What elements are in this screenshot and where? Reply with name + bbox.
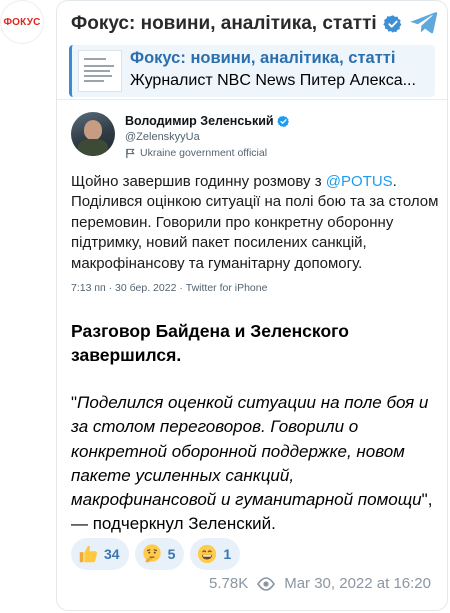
view-count: 5.78K: [209, 575, 249, 592]
message-footer: 5.78K Mar 30, 2022 at 16:20: [209, 575, 431, 592]
verified-icon: [276, 115, 289, 127]
thumbs-up-icon: [79, 545, 98, 563]
tweet-meta[interactable]: 7:13 пп · 30 бер. 2022 · Twitter for iPh…: [71, 282, 267, 294]
message-header: Фокус: новини, аналітика, статті: [71, 7, 437, 41]
tweet-text: Щойно завершив годинну розмову з @POTUS.…: [71, 172, 443, 274]
tweet-author-name[interactable]: Володимир Зеленський: [125, 114, 290, 128]
message-card: Фокус: новини, аналітика, статті Фокус: …: [56, 0, 448, 611]
grinning-face-icon: [198, 544, 217, 564]
channel-avatar[interactable]: ФОКУС: [0, 0, 44, 44]
tweet-author-avatar[interactable]: [71, 112, 115, 156]
verified-icon: [383, 14, 403, 34]
quote-italic-text: Поделился оценкой ситуации на поле боя и…: [71, 393, 429, 510]
reply-thumbnail: [78, 50, 122, 92]
reply-preview[interactable]: Фокус: новини, аналітика, статті Журнали…: [69, 45, 435, 97]
share-telegram-icon[interactable]: [409, 7, 439, 37]
reaction-count: 34: [104, 546, 120, 562]
reply-text: Журналист NBC News Питер Алекса...: [130, 72, 416, 89]
government-label: Ukraine government official: [125, 147, 267, 159]
message-timestamp[interactable]: Mar 30, 2022 at 16:20: [284, 575, 431, 592]
channel-title[interactable]: Фокус: новини, аналітика, статті: [71, 13, 377, 35]
message-headline: Разговор Байдена и Зеленского завершился…: [71, 321, 349, 365]
eye-icon: [257, 576, 276, 591]
tweet-mention-link[interactable]: @POTUS: [326, 173, 393, 190]
reaction-thinking[interactable]: 5: [134, 538, 185, 570]
message-quote: "Поделился оценкой ситуации на поле боя …: [71, 391, 443, 537]
channel-avatar-logo: ФОКУС: [3, 16, 41, 28]
reaction-thumbs-up[interactable]: 34: [71, 538, 129, 570]
thinking-face-icon: [142, 544, 161, 563]
reaction-count: 5: [167, 546, 176, 562]
tweet-author-name-text: Володимир Зеленський: [125, 114, 274, 128]
tweet-text-start: Щойно завершив годинну розмову з: [71, 173, 326, 190]
reaction-count: 1: [223, 546, 232, 562]
message-body: Разговор Байдена и Зеленского завершился…: [71, 319, 443, 537]
flag-icon: [126, 148, 135, 158]
tweet-author-handle[interactable]: @ZelenskyyUa: [125, 131, 200, 143]
government-label-text: Ukraine government official: [140, 147, 268, 159]
reply-title: Фокус: новини, аналітика, статті: [130, 49, 396, 67]
reactions-bar: 34 5 1: [71, 538, 246, 570]
embedded-tweet[interactable]: Володимир Зеленський @ZelenskyyUa Ukrain…: [57, 99, 447, 299]
reaction-grinning[interactable]: 1: [190, 538, 241, 570]
